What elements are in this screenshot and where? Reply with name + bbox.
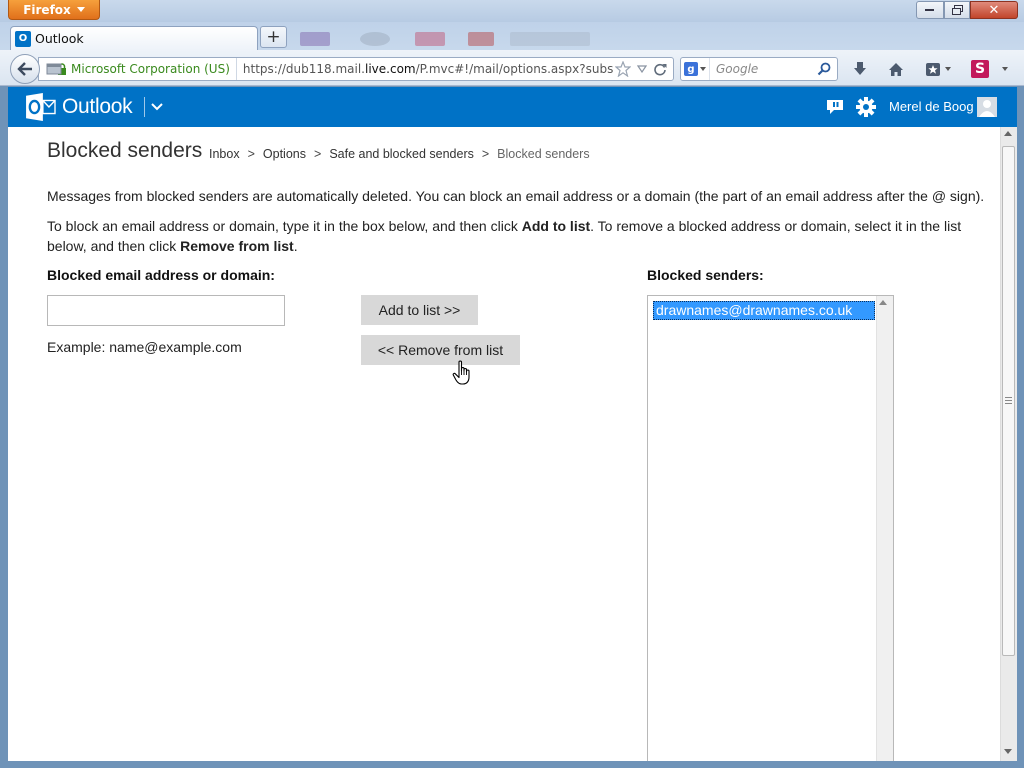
list-scrollbar[interactable] [876,296,893,761]
search-icon[interactable] [817,62,831,76]
search-placeholder: Google [716,62,759,76]
close-button[interactable]: ✕ [970,1,1018,19]
breadcrumb: Inbox > Options > Safe and blocked sende… [209,147,590,161]
add-to-list-button[interactable]: Add to list >> [361,295,478,325]
home-button[interactable] [885,59,907,79]
site-identity-label: Microsoft Corporation (US) [71,62,230,76]
background-tab-icon [300,32,330,46]
home-icon [889,62,903,76]
breadcrumb-options[interactable]: Options [263,147,306,161]
page-title: Blocked senders [47,139,203,162]
scroll-up-arrow-icon[interactable] [1004,131,1012,136]
header-divider [144,97,145,117]
breadcrumb-current: Blocked senders [497,147,590,161]
instructions-part: . [293,238,298,254]
breadcrumb-separator: > [314,147,322,161]
bookmark-star-icon[interactable] [615,61,631,77]
instructions-remove-ref: Remove from list [180,238,294,254]
scroll-up-arrow-icon[interactable] [879,300,887,305]
menu-overflow-button[interactable] [994,59,1016,79]
url-bar[interactable]: Microsoft Corporation (US) https://dub11… [38,57,674,81]
restore-icon [951,5,963,15]
chat-bubble-icon [827,100,843,114]
blocked-address-label: Blocked email address or domain: [47,267,275,283]
window-titlebar [0,0,1024,22]
site-identity-button[interactable]: Microsoft Corporation (US) [39,58,237,80]
remove-from-list-button[interactable]: << Remove from list [361,335,520,365]
chevron-down-icon [945,67,951,71]
bookmarks-button[interactable] [922,59,954,79]
chevron-down-icon [151,103,163,111]
example-hint: Example: name@example.com [47,339,242,355]
bookmarks-star-icon [926,62,940,76]
avatar[interactable] [977,97,997,117]
scroll-grip-icon [1005,397,1012,405]
scroll-down-arrow-icon[interactable] [1004,749,1012,754]
outlook-logo-icon [26,93,56,121]
restore-button[interactable] [944,1,970,19]
background-tab-icon [360,32,390,46]
breadcrumb-separator: > [481,147,490,161]
hand-cursor-icon [452,360,474,386]
back-arrow-icon [17,62,32,76]
firefox-menu-label: Firefox [23,2,71,17]
download-arrow-icon [854,62,866,75]
chevron-down-icon [76,7,85,12]
settings-button[interactable] [855,96,877,118]
minimize-button[interactable] [916,1,944,19]
user-silhouette-icon [979,100,995,117]
instructions-text: To block an email address or domain, typ… [47,216,1002,256]
url-domain: live.com [365,62,416,76]
url-suffix: /P.mvc#!/mail/options.aspx?subsection= [415,62,613,76]
window-bottom-border [8,761,1017,768]
tab-outlook[interactable]: O Outlook [10,26,258,50]
outlook-logo[interactable]: Outlook [26,93,133,121]
breadcrumb-inbox[interactable]: Inbox [209,147,240,161]
blocked-senders-list[interactable] [647,295,894,761]
google-icon: g [684,62,698,76]
close-icon: ✕ [988,2,1000,18]
url-prefix: https://dub118.mail. [242,62,365,76]
app-name: Outlook [62,95,133,118]
outlook-favicon-icon: O [15,30,31,47]
background-tab-icon [468,32,494,46]
chevron-down-icon [700,67,706,71]
downloads-button[interactable] [849,59,871,79]
addon-s-button[interactable]: S [969,59,991,79]
page-icon [46,62,62,76]
new-tab-button[interactable]: + [260,26,287,48]
messaging-button[interactable] [825,98,845,116]
blocked-address-input[interactable] [47,295,285,326]
app-switcher-button[interactable] [148,97,166,117]
instructions-add-ref: Add to list [521,218,591,234]
back-button[interactable] [10,54,40,84]
tab-title: Outlook [35,31,84,46]
search-engine-selector[interactable]: g [681,58,710,80]
background-tab-icon [415,32,445,46]
url-text[interactable]: https://dub118.mail.live.com/P.mvc#!/mai… [237,62,613,76]
plus-icon: + [266,27,281,47]
search-bar[interactable]: g Google [680,57,838,81]
breadcrumb-safe-and-blocked-senders[interactable]: Safe and blocked senders [329,147,474,161]
background-tab-icon [510,32,590,46]
addon-s-icon: S [971,60,989,78]
user-name[interactable]: Merel de Boog [889,99,974,114]
gear-icon [856,97,876,117]
instructions-part: To block an email address or domain, typ… [47,218,522,234]
intro-text: Messages from blocked senders are automa… [47,188,985,204]
list-item[interactable]: drawnames@drawnames.co.uk [653,301,875,320]
minimize-icon [925,9,934,11]
breadcrumb-separator: > [247,147,255,161]
dropdown-arrow-icon[interactable] [637,65,647,73]
blocked-senders-label: Blocked senders: [647,267,764,283]
chevron-down-icon [1002,67,1008,71]
firefox-menu-button[interactable]: Firefox [8,0,100,20]
reload-icon[interactable] [653,62,667,76]
